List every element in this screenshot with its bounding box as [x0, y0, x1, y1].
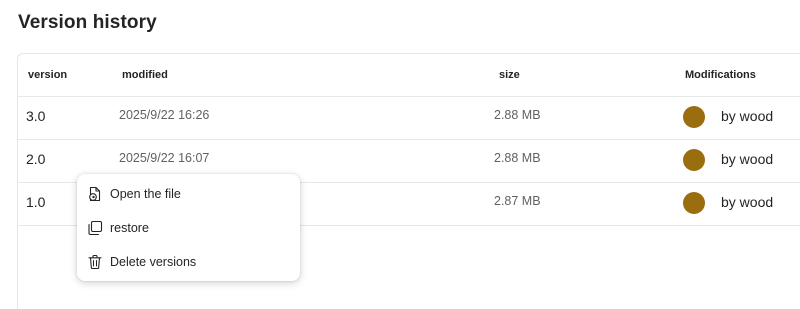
version-context-menu: Open the file restore Delete versions [77, 174, 300, 281]
table-row[interactable]: 3.0 2025/9/22 16:26 2.88 MB by wood [18, 96, 800, 140]
version-history-page: Version history version modified size Mo… [0, 0, 800, 309]
open-file-icon [87, 186, 103, 202]
column-header-version[interactable]: version [28, 69, 67, 81]
trash-icon [87, 254, 103, 270]
modified-date: 2025/9/22 16:26 [119, 108, 210, 122]
modified-date: 2025/9/22 16:07 [119, 151, 210, 165]
version-number: 2.0 [26, 151, 46, 167]
avatar [683, 192, 705, 214]
menu-item-restore[interactable]: restore [77, 212, 300, 244]
menu-item-open-file[interactable]: Open the file [77, 178, 300, 210]
avatar [683, 106, 705, 128]
column-header-modified[interactable]: modified [122, 69, 168, 81]
menu-item-label: Open the file [110, 187, 181, 201]
column-header-size[interactable]: size [499, 69, 520, 81]
modified-by: by wood [721, 194, 774, 210]
version-number: 3.0 [26, 108, 46, 124]
page-title: Version history [18, 12, 157, 33]
version-number: 1.0 [26, 194, 46, 210]
file-size: 2.87 MB [494, 194, 541, 208]
menu-item-label: restore [110, 221, 149, 235]
file-size: 2.88 MB [494, 108, 541, 122]
file-size: 2.88 MB [494, 151, 541, 165]
menu-item-label: Delete versions [110, 255, 197, 269]
avatar [683, 149, 705, 171]
menu-item-delete-versions[interactable]: Delete versions [77, 246, 300, 278]
modified-by: by wood [721, 108, 774, 124]
column-header-modifications[interactable]: Modifications [685, 69, 756, 81]
table-header-row: version modified size Modifications [18, 54, 800, 97]
modified-by: by wood [721, 151, 774, 167]
restore-icon [87, 220, 103, 236]
